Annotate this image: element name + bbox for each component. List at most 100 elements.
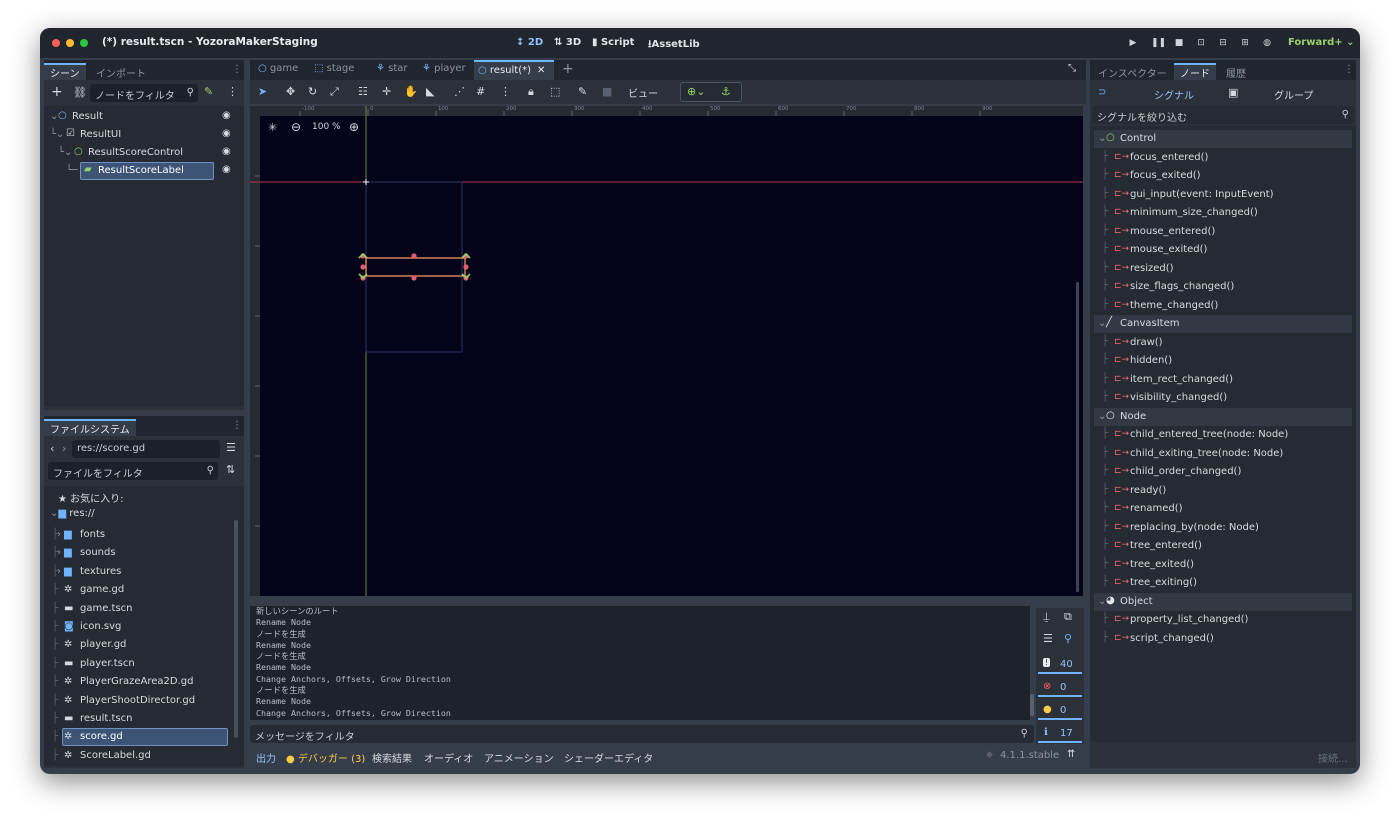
center-view-icon[interactable]: ✳: [268, 121, 277, 134]
dock-menu-icon[interactable]: ⋮: [232, 64, 242, 75]
smart-snap-icon[interactable]: ⋰: [454, 85, 465, 98]
visibility-eye-icon[interactable]: ◉: [222, 146, 231, 157]
res-root-row[interactable]: ⌄▆ res://: [50, 508, 95, 519]
dock-menu-icon[interactable]: ⋮: [1344, 64, 1354, 75]
anchor-lock-icon[interactable]: ⚓: [721, 85, 731, 98]
signals-tab[interactable]: シグナル: [1154, 87, 1194, 102]
file-item[interactable]: ├ ✲ game.gd: [44, 581, 234, 599]
distraction-free-icon[interactable]: ⤡: [1068, 63, 1076, 74]
pan-mode-icon[interactable]: ✋: [404, 85, 418, 98]
camera-override-icon[interactable]: ■: [602, 85, 612, 98]
group-icon[interactable]: ⬚: [550, 85, 560, 98]
output-search-icon[interactable]: ⚲: [1064, 632, 1072, 645]
signal-item[interactable]: ├ ⊏→ child_exiting_tree(node: Node): [1094, 445, 1352, 463]
tree-item-resultscorelabel[interactable]: └─ ▰ ResultScoreLabel ◉: [44, 162, 234, 180]
signal-item[interactable]: ├ ⊏→ renamed(): [1094, 500, 1352, 518]
chevron-right-icon[interactable]: ›: [57, 529, 61, 540]
groups-tab[interactable]: グループ: [1274, 87, 1313, 102]
scene-menu-icon[interactable]: ⋮: [227, 85, 238, 98]
zoom-out-icon[interactable]: ⊖: [291, 120, 301, 134]
signal-item[interactable]: ├ ⊏→ tree_exited(): [1094, 556, 1352, 574]
signal-category[interactable]: ⌄ ╱ CanvasItem: [1094, 315, 1352, 333]
signal-item[interactable]: ├ ⊏→ draw(): [1094, 334, 1352, 352]
zoom-window-button[interactable]: [80, 39, 88, 47]
signal-item[interactable]: ├ ⊏→ focus_exited(): [1094, 167, 1352, 185]
tab-import[interactable]: インポート: [90, 63, 152, 80]
file-item[interactable]: ├ ✲ ScoreLabel.gd: [44, 747, 234, 765]
file-item[interactable]: ├ ✲ score.gd: [44, 728, 234, 747]
signal-item[interactable]: ├ ⊏→ theme_changed(): [1094, 297, 1352, 315]
pause-icon[interactable]: ❚❚: [1151, 38, 1166, 48]
message-filter-input[interactable]: メッセージをフィルタ ⚲: [250, 725, 1034, 743]
signal-item[interactable]: ├ ⊏→ focus_entered(): [1094, 149, 1352, 167]
remote-debug-icon[interactable]: ⊡: [1196, 38, 1206, 48]
forward-icon[interactable]: ›: [62, 442, 66, 455]
visibility-eye-icon[interactable]: ◉: [222, 128, 231, 139]
version-label[interactable]: 4.1.1.stable: [1000, 750, 1059, 761]
signal-item[interactable]: ├ ⊏→ minimum_size_changed(): [1094, 204, 1352, 222]
scale-mode-icon[interactable]: ⤢: [330, 85, 339, 99]
tree-item-result[interactable]: ⌄ ○ Result ◉: [44, 108, 234, 126]
toggle-timestamps-icon[interactable]: ☰: [1043, 632, 1053, 645]
signal-item[interactable]: ├ ⊏→ ready(): [1094, 482, 1352, 500]
visibility-eye-icon[interactable]: ◉: [222, 164, 231, 175]
renderer-select[interactable]: Forward+ ⌄: [1288, 37, 1355, 48]
chevron-right-icon[interactable]: ›: [57, 566, 61, 577]
file-scrollbar[interactable]: [234, 520, 238, 738]
file-filter-input[interactable]: ファイルをフィルタ ⚲: [48, 462, 218, 480]
signal-item[interactable]: ├ ⊏→ hidden(): [1094, 352, 1352, 370]
file-item[interactable]: ├ ✲ PlayerGrazeArea2D.gd: [44, 673, 234, 691]
signal-item[interactable]: ├ ⊏→ child_order_changed(): [1094, 463, 1352, 481]
stop-icon[interactable]: ■: [1174, 38, 1184, 48]
filter-errors-toggle[interactable]: ⊗ 0: [1038, 679, 1082, 697]
path-field[interactable]: res://score.gd: [72, 440, 220, 458]
viewport-scrollbar[interactable]: [1076, 282, 1079, 592]
scene-tab[interactable]: ⚘ player: [418, 60, 468, 80]
bottom-tab[interactable]: 検索結果: [372, 750, 412, 765]
bottom-tab[interactable]: シェーダーエディタ: [564, 750, 653, 765]
scene-tab[interactable]: ○ game: [254, 60, 304, 80]
bottom-tab[interactable]: 出力: [256, 750, 276, 765]
tree-item-resultui[interactable]: └⌄ ☑ ResultUI ◉: [44, 126, 234, 144]
file-item[interactable]: ├ ◙ icon.svg: [44, 618, 234, 636]
file-item[interactable]: ├ ▬ game.tscn: [44, 600, 234, 618]
grid-snap-icon[interactable]: #: [476, 85, 485, 98]
canvas-viewport[interactable]: -100 0 100 200 300 400 500 600 700 800 900 ✳ ⊖ 100…: [250, 106, 1083, 596]
anchor-presets-icon[interactable]: ⊕⌄: [687, 85, 705, 98]
signal-item[interactable]: ├ ⊏→ resized(): [1094, 260, 1352, 278]
tab-history[interactable]: 履歴: [1220, 63, 1252, 80]
pivot-mode-icon[interactable]: ✛: [382, 85, 391, 98]
ruler-mode-icon[interactable]: ◣: [426, 85, 434, 98]
file-item[interactable]: ├ › ▆ textures: [44, 563, 234, 581]
tab-node[interactable]: ノード: [1174, 63, 1216, 80]
mode-2d-button[interactable]: ↕ 2D: [516, 37, 543, 48]
move-mode-icon[interactable]: ✥: [286, 85, 295, 98]
list-select-icon[interactable]: ☷: [358, 85, 368, 98]
scene-tab[interactable]: ⚘ star: [372, 60, 422, 80]
filter-warnings-toggle[interactable]: ● 0: [1038, 702, 1082, 720]
tree-item-resultscorecontrol[interactable]: └⌄ ○ ResultScoreControl ◉: [44, 144, 234, 162]
connect-button[interactable]: 接続...: [1318, 750, 1348, 765]
play-icon[interactable]: ▶: [1128, 38, 1138, 48]
zoom-in-icon[interactable]: ⊕: [349, 120, 359, 134]
expand-bottom-panel-icon[interactable]: ⇈: [1067, 749, 1075, 760]
skeleton-icon[interactable]: ✎: [578, 85, 587, 98]
bottom-tab[interactable]: ● デバッガー (3): [286, 750, 365, 765]
bottom-tab[interactable]: オーディオ: [424, 750, 473, 765]
bottom-tab[interactable]: アニメーション: [484, 750, 554, 765]
scene-tab[interactable]: ○ result(*) ✕: [474, 60, 554, 80]
view-menu[interactable]: ビュー: [628, 85, 658, 100]
visibility-eye-icon[interactable]: ◉: [222, 110, 231, 121]
log-scrollbar[interactable]: [1030, 694, 1034, 716]
lock-icon[interactable]: 🔒︎: [528, 85, 534, 99]
signal-item[interactable]: ├ ⊏→ mouse_exited(): [1094, 241, 1352, 259]
snap-options-icon[interactable]: ⋮: [500, 85, 511, 98]
scene-tab[interactable]: ⬚ stage: [310, 60, 360, 80]
node-filter-input[interactable]: ノードをフィルタ ⚲: [90, 84, 198, 102]
minimize-window-button[interactable]: [66, 39, 74, 47]
close-tab-icon[interactable]: ✕: [537, 65, 545, 76]
signal-item[interactable]: ├ ⊏→ size_flags_changed(): [1094, 278, 1352, 296]
mode-script-button[interactable]: ▮ Script: [592, 37, 634, 48]
file-item[interactable]: ├ › ▆ fonts: [44, 526, 234, 544]
file-item[interactable]: ├ › ▆ sounds: [44, 544, 234, 562]
